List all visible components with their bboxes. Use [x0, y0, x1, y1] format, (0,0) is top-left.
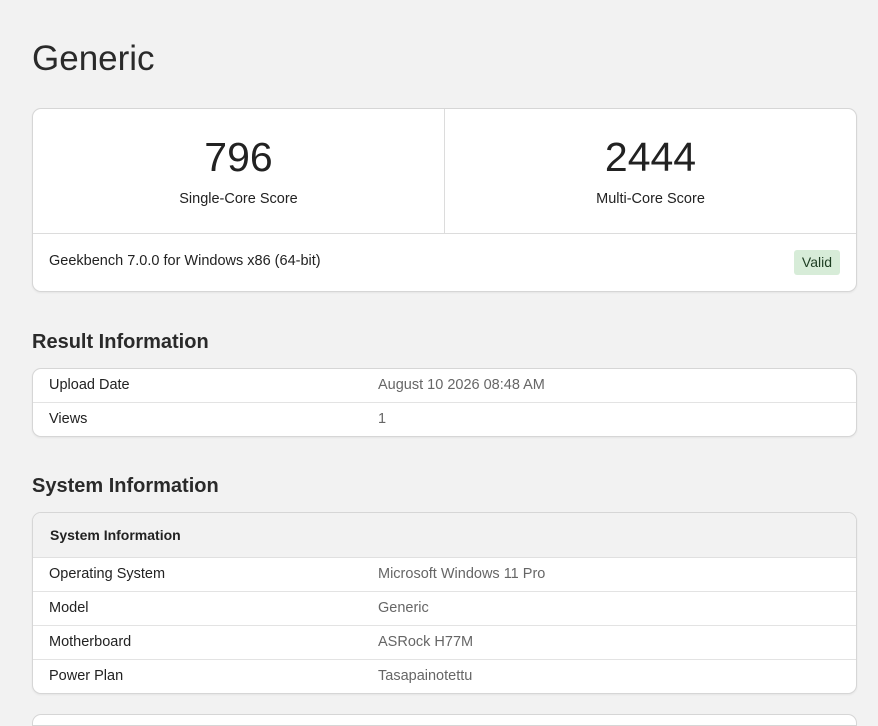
multi-core-score-cell: 2444 Multi-Core Score [444, 109, 856, 233]
operating-system-label: Operating System [49, 566, 166, 582]
table-row: Upload Date August 10 2026 08:48 AM [33, 369, 856, 403]
upload-date-label: Upload Date [49, 377, 130, 393]
system-information-table-header: System Information [33, 513, 856, 558]
system-information-table-title: System Information [50, 527, 181, 543]
benchmark-version: Geekbench 7.0.0 for Windows x86 (64-bit) [49, 253, 321, 269]
multi-core-score: 2444 [604, 134, 697, 180]
motherboard-label: Motherboard [49, 634, 132, 650]
system-information-heading: System Information [32, 475, 219, 497]
model-label: Model [49, 600, 89, 616]
scores-row: 796 Single-Core Score 2444 Multi-Core Sc… [33, 109, 856, 234]
upload-date-value: August 10 2026 08:48 AM [378, 377, 545, 393]
single-core-score-cell: 796 Single-Core Score [33, 109, 444, 233]
next-card-edge [32, 714, 857, 726]
table-row: Power Plan Tasapainotettu [33, 660, 856, 693]
model-value: Generic [378, 600, 429, 616]
power-plan-value: Tasapainotettu [378, 668, 473, 684]
page-title: Generic [32, 39, 155, 78]
multi-core-score-label: Multi-Core Score [596, 191, 705, 207]
table-row: Motherboard ASRock H77M [33, 626, 856, 660]
operating-system-value: Microsoft Windows 11 Pro [378, 566, 546, 582]
result-information-table: Upload Date August 10 2026 08:48 AM View… [32, 368, 857, 437]
table-row: Operating System Microsoft Windows 11 Pr… [33, 558, 856, 592]
single-core-score-label: Single-Core Score [179, 191, 298, 207]
single-core-score: 796 [204, 134, 273, 180]
table-row: Views 1 [33, 403, 856, 436]
version-row: Geekbench 7.0.0 for Windows x86 (64-bit)… [33, 234, 856, 291]
power-plan-label: Power Plan [49, 668, 124, 684]
table-row: Model Generic [33, 592, 856, 626]
score-card: 796 Single-Core Score 2444 Multi-Core Sc… [32, 108, 857, 292]
views-label: Views [49, 411, 88, 427]
valid-status-badge: Valid [793, 250, 840, 275]
system-information-table: System Information Operating System Micr… [32, 512, 857, 694]
views-value: 1 [378, 411, 387, 427]
result-information-heading: Result Information [32, 331, 209, 353]
motherboard-value: ASRock H77M [378, 634, 474, 650]
